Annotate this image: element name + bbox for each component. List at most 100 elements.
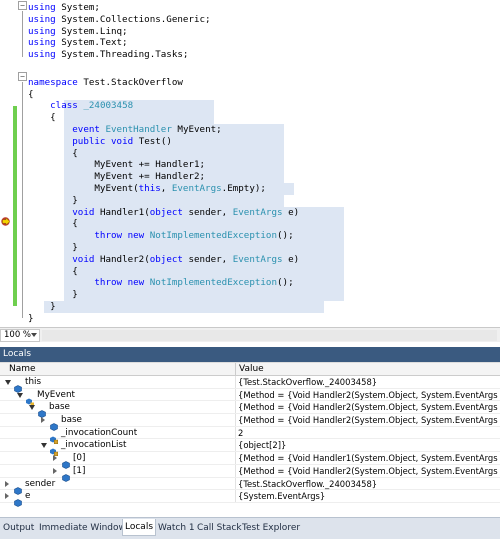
indicator-margin[interactable] (0, 0, 12, 327)
variable-name: this (25, 377, 42, 387)
expand-arrow-closed-icon[interactable] (5, 480, 9, 487)
code-line[interactable]: } (28, 300, 500, 313)
code-text: using System; (28, 2, 100, 13)
code-text: } (28, 242, 78, 253)
tab-locals[interactable]: Locals (122, 519, 157, 536)
variable-value[interactable]: {Method = {Void Handler2(System.Object, … (238, 465, 498, 477)
column-divider (235, 401, 236, 414)
text-token: (); (277, 277, 294, 289)
code-line[interactable]: using System.Threading.Tasks; (28, 49, 500, 61)
selection-highlight (64, 289, 344, 301)
code-line[interactable]: } (28, 289, 500, 301)
code-line[interactable]: { (28, 112, 500, 124)
locals-row[interactable]: e {System.EventArgs} (0, 490, 500, 508)
keyword-token: void (72, 253, 95, 265)
code-line[interactable]: { (28, 89, 500, 101)
code-line[interactable]: event EventHandler MyEvent; (28, 123, 500, 136)
code-editor[interactable]: − − using System; using System.Collection… (0, 0, 500, 327)
code-line[interactable]: using System.Collections.Generic; (28, 14, 500, 26)
text-token: { (28, 265, 78, 277)
code-line[interactable]: using System; (28, 2, 500, 14)
locals-row[interactable]: [0] {Method = {Void Handler1(System.Objec… (0, 452, 500, 469)
variable-value[interactable]: {Test.StackOverflow._24003458} (238, 478, 498, 490)
locals-row[interactable]: base {Method = {Void Handler2(System.Obje… (0, 414, 500, 431)
code-line[interactable]: } (28, 313, 500, 325)
text-token: } (28, 289, 78, 301)
code-line[interactable]: throw new NotImplementedException(); (28, 230, 500, 242)
code-line[interactable]: public void Test() (28, 135, 500, 148)
collapse-namespace-icon[interactable]: − (18, 72, 27, 81)
tab-output[interactable]: Output (1, 521, 36, 536)
tab-call-stack[interactable]: Call Stack (195, 521, 244, 536)
expand-arrow-open-icon[interactable] (5, 380, 11, 385)
locals-row[interactable]: MyEvent {Method = {Void Handler2(System.O… (0, 388, 500, 406)
expand-arrow-closed-icon[interactable] (5, 493, 9, 500)
code-line[interactable]: { (28, 265, 500, 278)
tab-test-explorer[interactable]: Test Explorer (240, 521, 302, 536)
column-header-name[interactable]: Name (6, 363, 36, 376)
locals-row[interactable]: _invocationList {object[2]} (0, 439, 500, 457)
locals-row[interactable]: this {Test.StackOverflow._24003458} (0, 376, 500, 393)
code-line[interactable]: using System.Linq; (28, 26, 500, 38)
code-text-area[interactable]: using System; using System.Collections.Ge… (28, 0, 500, 325)
code-line[interactable]: { (28, 147, 500, 160)
code-line[interactable]: MyEvent += Handler1; (28, 159, 500, 172)
expand-arrow-closed-icon[interactable] (53, 455, 57, 462)
keyword-token: void (111, 135, 134, 147)
keyword-token: new (127, 277, 145, 289)
expand-arrow-closed-icon[interactable] (53, 467, 57, 474)
code-line[interactable]: } (28, 194, 500, 207)
code-line[interactable] (28, 61, 500, 73)
code-line[interactable]: namespace Test.StackOverflow (28, 77, 500, 89)
breakpoint-arrow-icon[interactable] (1, 217, 11, 226)
collapse-using-icon[interactable]: − (18, 1, 27, 10)
locals-row[interactable]: _invocationCount 2 (0, 426, 500, 444)
code-line[interactable]: void Handler2(object sender, EventArgs e… (28, 253, 500, 266)
horizontal-scrollbar[interactable] (42, 330, 497, 341)
variable-value[interactable]: {System.EventArgs} (238, 490, 498, 502)
column-divider (235, 388, 236, 401)
text-token: System.Collections.Generic; (55, 13, 211, 25)
locals-row[interactable]: [1] {Method = {Void Handler2(System.Objec… (0, 464, 500, 482)
type-token: EventArgs (171, 182, 222, 194)
code-text: MyEvent(this, EventArgs.Empty); (28, 183, 266, 194)
column-header-value[interactable]: Value (236, 363, 264, 376)
keyword-token: using (28, 2, 56, 13)
code-line[interactable]: { (28, 218, 500, 231)
variable-value[interactable]: {Method = {Void Handler2(System.Object, … (238, 389, 498, 401)
type-token: EventArgs (232, 206, 283, 218)
selection-highlight (64, 265, 344, 278)
expand-arrow-closed-icon[interactable] (41, 417, 45, 424)
code-text: public void Test() (28, 136, 172, 147)
column-divider (235, 490, 236, 502)
zoom-dropdown[interactable]: 100 % (0, 329, 40, 342)
variable-value[interactable]: {Method = {Void Handler2(System.Object, … (238, 401, 498, 413)
code-line[interactable]: MyEvent += Handler2; (28, 171, 500, 183)
code-line[interactable]: using System.Text; (28, 37, 500, 49)
variable-value[interactable]: 2 (238, 427, 498, 439)
expand-arrow-open-icon[interactable] (41, 443, 47, 449)
object-icon (38, 403, 46, 419)
variable-value[interactable]: {object[2]} (238, 439, 498, 451)
expand-arrow-open-icon[interactable] (29, 405, 35, 411)
locals-row[interactable]: sender {Test.StackOverflow._24003458} (0, 477, 500, 495)
tab-watch-1[interactable]: Watch 1 (156, 521, 197, 536)
code-line[interactable]: throw new NotImplementedException(); (28, 277, 500, 290)
code-line[interactable]: void Handler1(object sender, EventArgs e… (28, 206, 500, 219)
code-line[interactable]: class _24003458 (28, 100, 500, 113)
tab-immediate-window[interactable]: Immediate Window (37, 521, 128, 536)
variable-value[interactable]: {Method = {Void Handler2(System.Object, … (238, 414, 498, 426)
variable-value[interactable]: {Test.StackOverflow._24003458} (238, 376, 498, 388)
variable-value[interactable]: {Method = {Void Handler1(System.Object, … (238, 452, 498, 464)
code-line[interactable]: MyEvent(this, EventArgs.Empty); (28, 182, 500, 195)
expand-arrow-open-icon[interactable] (17, 392, 23, 398)
text-token: e) (282, 253, 300, 265)
variable-name: base (49, 402, 70, 413)
text-token: Handler1( (94, 206, 150, 218)
locals-row[interactable]: base {Method = {Void Handler2(System.Obje… (0, 401, 500, 419)
text-token: System.Threading.Tasks; (55, 49, 189, 61)
code-line[interactable]: } (28, 241, 500, 254)
